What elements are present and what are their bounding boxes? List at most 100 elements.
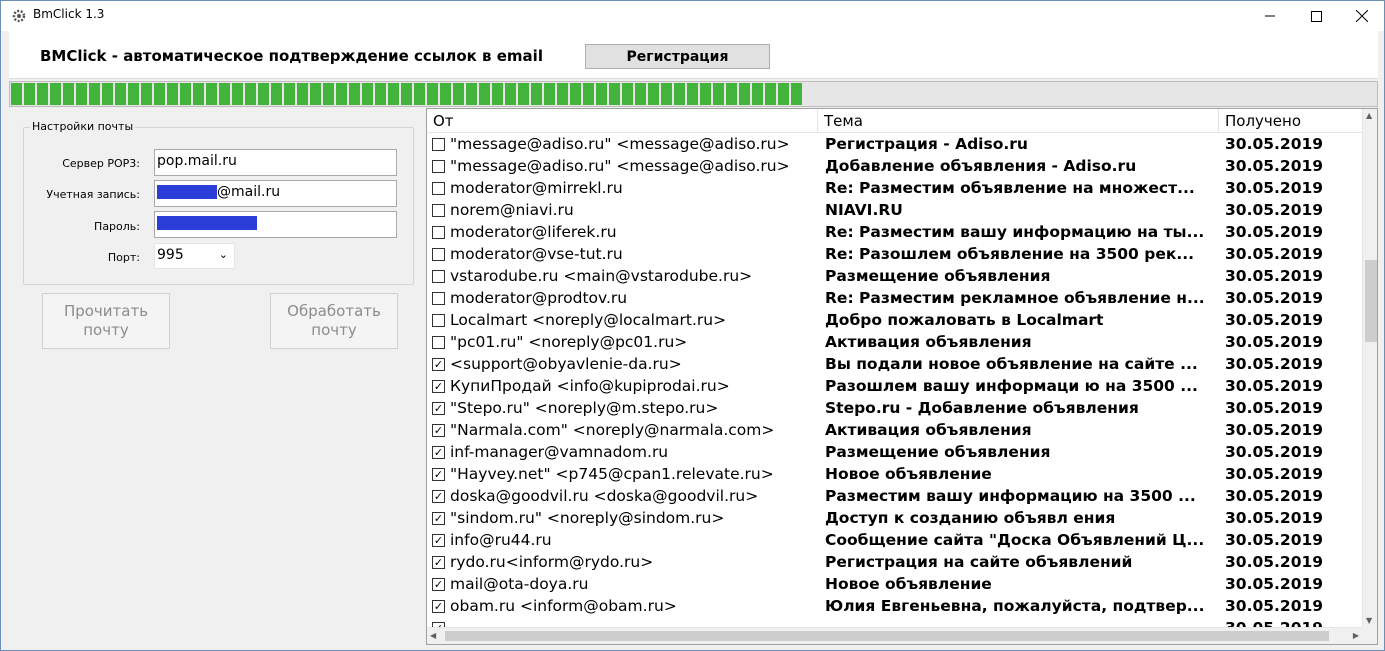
read-mail-button[interactable]: Прочитать почту	[42, 293, 170, 349]
progress-segment	[232, 83, 243, 105]
account-input[interactable]: @mail.ru	[154, 180, 397, 207]
list-item[interactable]: ✓ doska@goodvil.ru <doska@goodvil.ru> Разм…	[427, 485, 1362, 507]
list-item[interactable]: ✓ mail@ota-doya.ru Новое объявление 30.05.2…	[427, 573, 1362, 595]
read-mail-label-2: почту	[83, 321, 129, 339]
list-item[interactable]: ✓ "sindom.ru" <noreply@sindom.ru> Доступ к…	[427, 507, 1362, 529]
progress-segment	[336, 83, 347, 105]
row-checkbox[interactable]: ✓	[432, 534, 445, 547]
list-item[interactable]: "message@adiso.ru" <message@adiso.ru> Доб…	[427, 155, 1362, 177]
read-mail-label-1: Прочитать	[63, 302, 149, 320]
column-header-from[interactable]: От	[427, 109, 818, 133]
scroll-left-icon[interactable]: ◀	[430, 631, 436, 640]
row-checkbox[interactable]	[432, 204, 445, 217]
row-checkbox[interactable]: ✓	[432, 578, 445, 591]
row-received-date: 30.05.2019	[1225, 223, 1324, 241]
list-item[interactable]: "pc01.ru" <noreply@pc01.ru> Активация объ…	[427, 331, 1362, 353]
server-input[interactable]: pop.mail.ru	[154, 149, 397, 176]
vertical-scroll-thumb[interactable]	[1365, 260, 1377, 342]
app-gear-icon	[12, 9, 26, 23]
list-item[interactable]: ✓ inf-manager@vamnadom.ru Размещение объяв…	[427, 441, 1362, 463]
row-from: Localmart <noreply@localmart.ru>	[450, 311, 727, 329]
vertical-scrollbar[interactable]: ▲ ▼	[1362, 109, 1377, 627]
row-checkbox[interactable]: ✓	[432, 358, 445, 371]
progress-segment	[167, 83, 178, 105]
list-item[interactable]: Localmart <noreply@localmart.ru> Добро по…	[427, 309, 1362, 331]
progress-segment	[401, 83, 412, 105]
row-checkbox[interactable]	[432, 336, 445, 349]
list-item[interactable]: ✓ "Stepo.ru" <noreply@m.stepo.ru> Stepo.ru…	[427, 397, 1362, 419]
list-item[interactable]: ✓ info@ru44.ru Сообщение сайта "Доска Объя…	[427, 529, 1362, 551]
progress-segment	[245, 83, 256, 105]
progress-segment	[713, 83, 724, 105]
progress-segment	[752, 83, 763, 105]
list-item[interactable]: ✓ <support@obyavlenie-da.ru> Вы подали нов…	[427, 353, 1362, 375]
row-subject: Добавление объявления - Adiso.ru	[825, 157, 1137, 175]
row-checkbox[interactable]	[432, 292, 445, 305]
horizontal-scroll-thumb[interactable]	[445, 631, 1329, 641]
progress-segment	[739, 83, 750, 105]
row-checkbox[interactable]	[432, 160, 445, 173]
scroll-right-icon[interactable]: ▶	[1353, 631, 1359, 640]
scroll-down-icon[interactable]: ▼	[1366, 616, 1372, 625]
chevron-down-icon: ⌄	[218, 248, 228, 261]
row-subject: Активация объявления	[825, 333, 1032, 351]
close-button[interactable]	[1339, 1, 1385, 31]
password-label: Пароль:	[94, 220, 140, 233]
row-checkbox[interactable]	[432, 270, 445, 283]
mail-list[interactable]: От Тема Получено "message@adiso.ru" <mes…	[426, 108, 1378, 645]
list-item[interactable]: norem@niavi.ru NIAVI.RU 30.05.2019	[427, 199, 1362, 221]
list-item[interactable]: "message@adiso.ru" <message@adiso.ru> Рег…	[427, 133, 1362, 155]
scroll-up-icon[interactable]: ▲	[1366, 111, 1372, 120]
scrollbar-corner	[1362, 627, 1377, 644]
row-checkbox[interactable]	[432, 226, 445, 239]
column-header-received[interactable]: Получено	[1219, 109, 1362, 133]
list-item[interactable]: ✓ КупиПродай <info@kupiprodai.ru> Разошлем…	[427, 375, 1362, 397]
row-checkbox[interactable]: ✓	[432, 556, 445, 569]
port-select[interactable]: 995 ⌄	[154, 243, 235, 269]
row-checkbox[interactable]: ✓	[432, 468, 445, 481]
progress-segment	[726, 83, 737, 105]
row-checkbox[interactable]: ✓	[432, 600, 445, 613]
progress-segment	[284, 83, 295, 105]
account-label: Учетная запись:	[46, 188, 140, 201]
row-from: obam.ru <inform@obam.ru>	[450, 597, 677, 615]
row-checkbox[interactable]: ✓	[432, 402, 445, 415]
progress-segment	[583, 83, 594, 105]
password-input[interactable]	[154, 211, 397, 238]
progress-segment	[180, 83, 191, 105]
row-checkbox[interactable]	[432, 248, 445, 261]
row-checkbox[interactable]: ✓	[432, 424, 445, 437]
list-item[interactable]: ✓ rydo.ru<inform@rydo.ru> Регистрация на с…	[427, 551, 1362, 573]
row-received-date: 30.05.2019	[1225, 135, 1324, 153]
progress-segment	[765, 83, 776, 105]
list-item[interactable]: ✓ "Narmala.com" <noreply@narmala.com> Акти…	[427, 419, 1362, 441]
row-checkbox[interactable]	[432, 182, 445, 195]
list-item[interactable]: moderator@vse-tut.ru Re: Разошлем объявле…	[427, 243, 1362, 265]
progress-segment	[414, 83, 425, 105]
list-item[interactable]: ✓ "Hayvey.net" <p745@cpan1.relevate.ru> Но…	[427, 463, 1362, 485]
row-checkbox[interactable]: ✓	[432, 380, 445, 393]
minimize-button[interactable]	[1247, 1, 1293, 31]
list-item[interactable]: vstarodube.ru <main@vstarodube.ru> Размещ…	[427, 265, 1362, 287]
progress-segment	[570, 83, 581, 105]
row-checkbox[interactable]	[432, 314, 445, 327]
maximize-button[interactable]	[1293, 1, 1339, 31]
list-item[interactable]: moderator@prodtov.ru Re: Разместим реклам…	[427, 287, 1362, 309]
list-item[interactable]: ✓ obam.ru <inform@obam.ru> Юлия Евгеньевна…	[427, 595, 1362, 617]
progress-segment	[349, 83, 360, 105]
process-mail-button[interactable]: Обработать почту	[270, 293, 398, 349]
row-checkbox[interactable]: ✓	[432, 446, 445, 459]
row-checkbox[interactable]	[432, 138, 445, 151]
list-item[interactable]: moderator@liferek.ru Re: Разместим вашу и…	[427, 221, 1362, 243]
progress-segment	[635, 83, 646, 105]
list-item[interactable]: moderator@mirrekl.ru Re: Разместим объявл…	[427, 177, 1362, 199]
row-from: КупиПродай <info@kupiprodai.ru>	[450, 377, 730, 395]
port-value: 995	[157, 247, 184, 263]
progress-segment	[544, 83, 555, 105]
horizontal-scrollbar[interactable]: ◀ ▶	[427, 627, 1362, 644]
row-checkbox[interactable]: ✓	[432, 490, 445, 503]
row-checkbox[interactable]: ✓	[432, 512, 445, 525]
row-subject: Новое объявление	[825, 575, 992, 593]
column-header-subject[interactable]: Тема	[818, 109, 1219, 133]
register-button[interactable]: Регистрация	[585, 44, 770, 69]
